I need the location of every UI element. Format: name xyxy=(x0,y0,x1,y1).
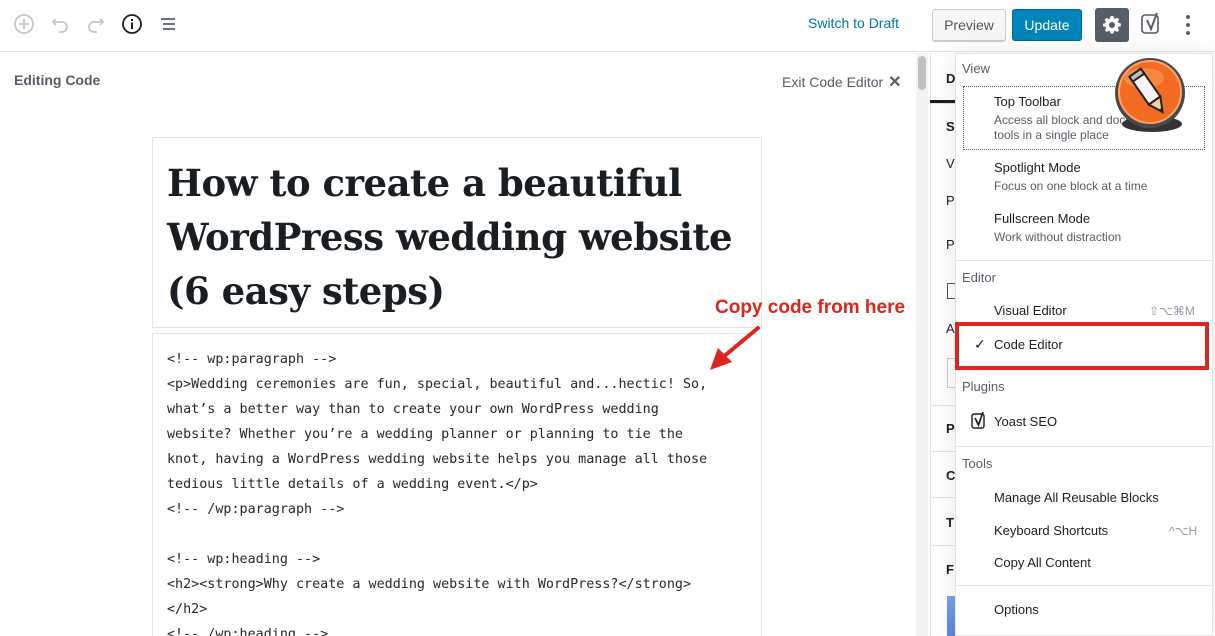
add-block-icon[interactable] xyxy=(11,11,37,37)
menu-item-manage-reusable-blocks[interactable]: Manage All Reusable Blocks xyxy=(994,490,1159,505)
menu-item-fullscreen-desc: Work without distraction xyxy=(994,230,1122,244)
menu-item-fullscreen-mode[interactable]: Fullscreen Mode xyxy=(994,211,1090,226)
sidebar-section-status[interactable]: S xyxy=(946,119,955,134)
code-line: <!-- /wp:heading --> xyxy=(167,627,329,636)
menu-group-view: View xyxy=(962,61,990,76)
code-line: </h2> xyxy=(167,602,208,617)
gear-icon xyxy=(1103,16,1121,34)
editor-scrollbar-thumb[interactable] xyxy=(918,56,926,90)
annotation-arrow-icon xyxy=(710,326,760,370)
post-title-line: WordPress wedding website xyxy=(167,215,733,259)
menu-separator xyxy=(956,585,1212,586)
menu-item-spotlight-desc: Focus on one block at a time xyxy=(994,179,1148,193)
sidebar-section-categories[interactable]: C xyxy=(946,468,955,483)
menu-group-editor: Editor xyxy=(962,270,996,285)
menu-item-copy-all-content[interactable]: Copy All Content xyxy=(994,555,1091,570)
post-title-field[interactable]: How to create a beautiful WordPress wedd… xyxy=(152,137,762,328)
keyboard-shortcuts-shortcut: ^⌥H xyxy=(1169,524,1198,538)
yoast-icon[interactable] xyxy=(1140,11,1164,37)
code-line: website? Whether you’re a wedding planne… xyxy=(167,427,683,442)
menu-item-keyboard-shortcuts[interactable]: Keyboard Shortcuts xyxy=(994,523,1108,538)
annotation-label: Copy code from here xyxy=(715,297,906,318)
menu-item-yoast-seo[interactable]: Yoast SEO xyxy=(994,414,1057,429)
sidebar-tab-document[interactable]: D xyxy=(946,71,955,86)
menu-item-top-toolbar-label: Top Toolbar xyxy=(994,94,1061,109)
menu-group-plugins: Plugins xyxy=(962,379,1005,394)
divider xyxy=(930,497,956,498)
sidebar-post-format: P xyxy=(946,237,955,252)
sidebar-section-tags[interactable]: T xyxy=(946,515,954,530)
yoast-icon xyxy=(971,411,985,429)
code-line: <!-- wp:paragraph --> xyxy=(167,352,337,367)
code-line: <h2><strong>Why create a wedding website… xyxy=(167,577,692,592)
preview-button[interactable]: Preview xyxy=(932,9,1006,41)
sidebar-visibility: V xyxy=(946,156,955,171)
menu-item-code-editor[interactable]: Code Editor xyxy=(994,337,1063,352)
exit-code-editor-button[interactable]: Exit Code Editor ✕ xyxy=(782,72,902,92)
undo-icon[interactable] xyxy=(47,11,73,37)
menu-separator xyxy=(956,446,1212,447)
visual-editor-shortcut: ⇧⌥⌘M xyxy=(1149,304,1195,318)
code-line: <!-- wp:heading --> xyxy=(167,552,321,567)
code-line: knot, having a WordPress wedding website… xyxy=(167,452,708,467)
more-options-icon[interactable] xyxy=(1178,13,1198,37)
redo-icon[interactable] xyxy=(83,11,109,37)
divider xyxy=(930,451,956,452)
sidebar-section-featured-image[interactable]: F xyxy=(946,562,954,577)
top-toolbar: Switch to Draft Preview Update xyxy=(0,0,1215,52)
menu-item-options[interactable]: Options xyxy=(994,602,1039,617)
code-line: tedious little details of a wedding even… xyxy=(167,477,538,492)
pencil-badge-icon xyxy=(1115,58,1185,132)
sidebar-publish: P xyxy=(946,193,955,208)
code-line: <p>Wedding ceremonies are fun, special, … xyxy=(167,377,708,392)
divider xyxy=(930,545,956,546)
settings-button[interactable] xyxy=(1095,8,1129,42)
menu-item-visual-editor[interactable]: Visual Editor xyxy=(994,303,1067,318)
post-title-line: How to create a beautiful xyxy=(167,161,682,205)
editor-scrollbar[interactable] xyxy=(916,53,928,636)
outline-icon[interactable] xyxy=(155,11,181,37)
divider xyxy=(930,405,956,406)
switch-to-draft-link[interactable]: Switch to Draft xyxy=(808,15,899,31)
menu-item-spotlight-mode[interactable]: Spotlight Mode xyxy=(994,160,1081,175)
sidebar-section-permalink[interactable]: P xyxy=(946,421,955,436)
code-line: what’s a better way than to create your … xyxy=(167,402,659,417)
info-icon[interactable] xyxy=(119,11,145,37)
checkmark-icon: ✓ xyxy=(974,336,986,352)
sidebar-author: A xyxy=(946,321,955,336)
close-icon: ✕ xyxy=(888,74,902,91)
code-editor-textarea[interactable]: <!-- wp:paragraph --> <p>Wedding ceremon… xyxy=(152,333,762,636)
update-button[interactable]: Update xyxy=(1012,9,1082,41)
post-title-line: (6 easy steps) xyxy=(167,269,445,313)
menu-separator xyxy=(956,260,1212,261)
code-line: <!-- /wp:paragraph --> xyxy=(167,502,345,517)
menu-group-tools: Tools xyxy=(962,456,993,471)
editing-code-label: Editing Code xyxy=(14,72,101,88)
divider xyxy=(930,103,956,104)
exit-code-editor-label: Exit Code Editor xyxy=(782,74,884,90)
